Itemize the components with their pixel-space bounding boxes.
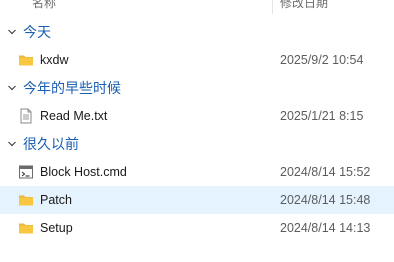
item-name: kxdw — [40, 53, 69, 67]
text-file-icon — [20, 108, 32, 124]
date-column-header[interactable]: 修改日期 — [280, 0, 328, 11]
group-label: 很久以前 — [23, 136, 79, 152]
list-item-read-me[interactable]: Read Me.txt 2025/1/21 8:15 — [0, 102, 394, 130]
group-label: 今年的早些时候 — [23, 80, 121, 96]
list-item-patch[interactable]: Patch 2024/8/14 15:48 — [0, 186, 394, 214]
item-name: Setup — [40, 221, 73, 235]
cmd-file-icon — [19, 165, 33, 179]
folder-icon — [19, 55, 33, 66]
folder-icon — [19, 195, 33, 206]
folder-icon — [19, 223, 33, 234]
column-separator[interactable] — [272, 0, 273, 14]
name-column-header[interactable]: 名称 — [32, 0, 56, 11]
item-name: Block Host.cmd — [40, 165, 127, 179]
group-header-today[interactable]: 今天 — [0, 18, 394, 46]
chevron-down-icon — [8, 141, 16, 147]
item-date: 2024/8/14 15:52 — [280, 165, 371, 179]
group-header-earlier-this-year[interactable]: 今年的早些时候 — [0, 74, 394, 102]
item-date: 2025/9/2 10:54 — [280, 53, 364, 67]
item-date: 2025/1/21 8:15 — [280, 109, 364, 123]
chevron-down-icon — [8, 85, 16, 91]
list-item-block-host[interactable]: Block Host.cmd 2024/8/14 15:52 — [0, 158, 394, 186]
column-header: 名称 修改日期 — [0, 0, 394, 14]
item-date: 2024/8/14 14:13 — [280, 221, 371, 235]
list-item-setup[interactable]: Setup 2024/8/14 14:13 — [0, 214, 394, 242]
item-name: Patch — [40, 193, 72, 207]
list-item-kxdw[interactable]: kxdw 2025/9/2 10:54 — [0, 46, 394, 74]
group-label: 今天 — [23, 24, 51, 40]
group-header-long-ago[interactable]: 很久以前 — [0, 130, 394, 158]
item-date: 2024/8/14 15:48 — [280, 193, 371, 207]
chevron-down-icon — [8, 29, 16, 35]
item-name: Read Me.txt — [40, 109, 108, 123]
